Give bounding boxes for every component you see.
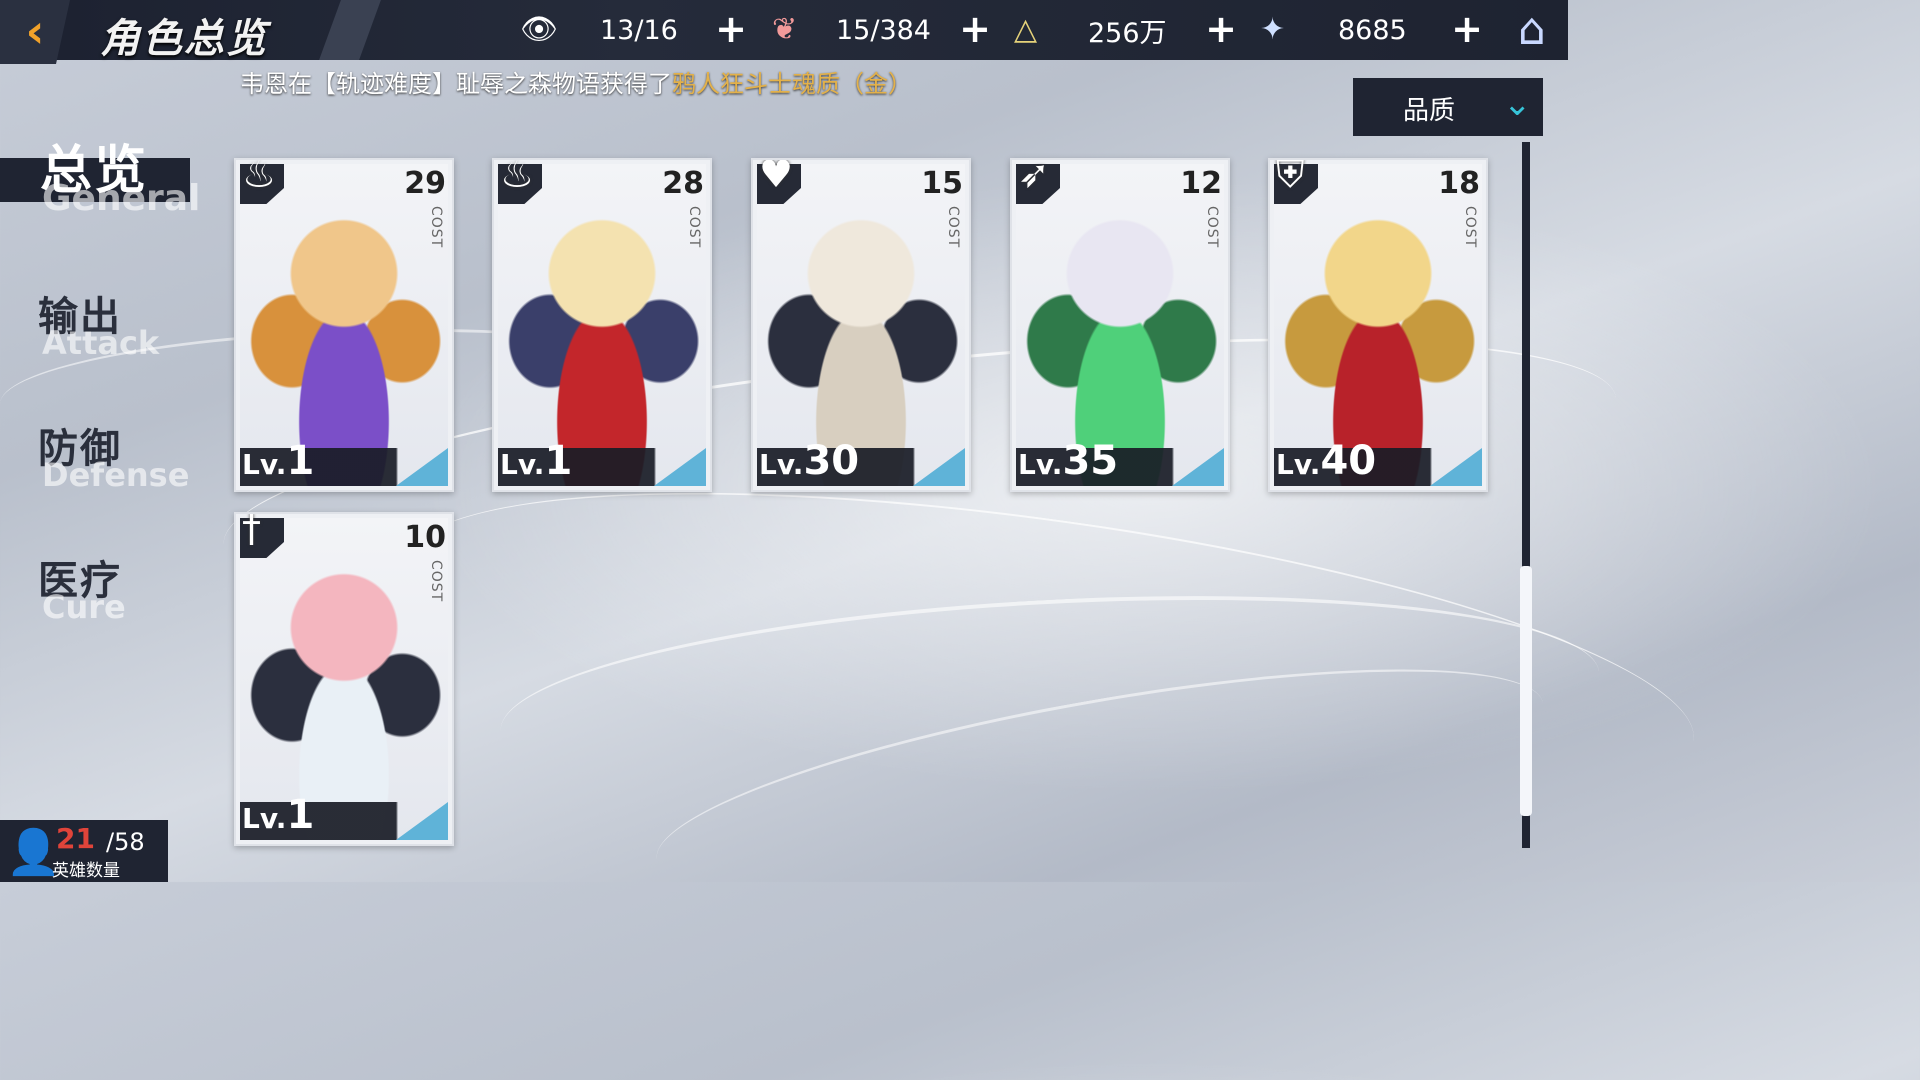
character-card[interactable]: ♨ 28 COST Lv.1 xyxy=(492,158,712,492)
card-level-value: 40 xyxy=(1320,438,1377,484)
card-cost: 28 xyxy=(662,166,704,201)
hero-count-label: 英雄数量 xyxy=(52,861,120,881)
card-level: Lv.30 xyxy=(759,438,859,484)
flame-heart-icon: ❦ xyxy=(772,12,798,47)
add-gold-button[interactable]: + xyxy=(1204,10,1238,48)
sword-class-icon: † xyxy=(242,512,261,550)
nav-attack[interactable]: 输出 Attack xyxy=(0,284,200,364)
page-title: 角色总览 xyxy=(100,16,268,62)
scrollbar-thumb[interactable] xyxy=(1520,566,1532,816)
add-stars-button[interactable]: + xyxy=(1450,10,1484,48)
card-cost-label: COST xyxy=(945,206,961,249)
character-card[interactable]: ⛨ 18 COST Lv.40 xyxy=(1268,158,1488,492)
sort-dropdown[interactable]: 品质 ⌄ xyxy=(1353,78,1543,136)
card-level: Lv.1 xyxy=(500,438,572,484)
eye-icon: 👁 xyxy=(520,12,559,47)
crystal-triangle-icon: △ xyxy=(1014,12,1038,47)
nav-cure[interactable]: 医疗 Cure xyxy=(0,548,200,628)
add-stamina-button[interactable]: + xyxy=(714,10,748,48)
resource-gold: △ xyxy=(1014,0,1037,60)
card-cost: 12 xyxy=(1180,166,1222,201)
character-card[interactable]: ♨ 29 COST Lv.1 xyxy=(234,158,454,492)
resource-stars: ✦ xyxy=(1260,0,1285,60)
card-cost-label: COST xyxy=(1204,206,1220,249)
nav-defense[interactable]: 防御 Defense xyxy=(0,416,200,496)
character-card[interactable]: ➶ 12 COST Lv.35 xyxy=(1010,158,1230,492)
card-level-prefix: Lv. xyxy=(1276,448,1321,481)
character-card[interactable]: † 10 COST Lv.1 xyxy=(234,512,454,846)
star-icon: ✦ xyxy=(1260,12,1286,47)
resource-hearts: ❦ xyxy=(772,0,797,60)
hero-count-current: 21 xyxy=(56,822,95,855)
card-cost: 18 xyxy=(1438,166,1480,201)
card-level-value: 30 xyxy=(803,438,860,484)
card-level-prefix: Lv. xyxy=(1018,448,1063,481)
character-card[interactable]: ♥ 15 COST Lv.30 xyxy=(751,158,971,492)
chevron-down-icon: ⌄ xyxy=(1503,84,1532,124)
card-level-prefix: Lv. xyxy=(242,448,287,481)
card-cost-label: COST xyxy=(428,206,444,249)
card-level: Lv.40 xyxy=(1276,438,1376,484)
add-hearts-button[interactable]: + xyxy=(958,10,992,48)
resource-stamina: 👁 xyxy=(520,0,558,60)
nav-attack-sublabel: Attack xyxy=(42,324,160,362)
resource-stamina-value: 13/16 xyxy=(600,14,678,46)
card-level-prefix: Lv. xyxy=(759,448,804,481)
nav-general-sublabel: General xyxy=(42,178,201,219)
nav-cure-sublabel: Cure xyxy=(42,588,126,626)
sort-label: 品质 xyxy=(1403,96,1456,126)
nav-defense-sublabel: Defense xyxy=(42,456,190,494)
resource-gold-value: 256万 xyxy=(1088,17,1167,49)
resource-hearts-value: 15/384 xyxy=(836,14,931,46)
news-ticker: 韦恩在【轨迹难度】耻辱之森物语获得了鸦人狂斗士魂质（金） xyxy=(240,64,912,99)
card-cost: 10 xyxy=(404,520,446,555)
card-level: Lv.35 xyxy=(1018,438,1118,484)
home-icon: ⌂ xyxy=(1518,4,1546,55)
bow-class-icon: ➶ xyxy=(1018,158,1050,196)
fire-class-icon: ♨ xyxy=(500,158,535,196)
card-level-prefix: Lv. xyxy=(242,802,287,835)
card-level-value: 1 xyxy=(286,438,315,484)
card-cost-label: COST xyxy=(686,206,702,249)
ticker-highlight: 鸦人狂斗士魂质（金） xyxy=(672,70,912,98)
card-cost-label: COST xyxy=(428,560,444,603)
card-level-value: 35 xyxy=(1062,438,1119,484)
card-level: Lv.1 xyxy=(242,438,314,484)
fire-class-icon: ♨ xyxy=(242,158,277,196)
back-arrow-icon: ‹ xyxy=(25,4,45,58)
card-level: Lv.1 xyxy=(242,792,314,838)
nav-general[interactable]: 总览 General xyxy=(0,128,201,219)
shield-class-icon: ⛨ xyxy=(1276,158,1305,196)
hero-count-max: /58 xyxy=(106,828,145,856)
hero-count-panel: 👤 21 /58 英雄数量 xyxy=(0,820,168,882)
card-level-value: 1 xyxy=(286,792,315,838)
card-cost: 15 xyxy=(921,166,963,201)
card-level-value: 1 xyxy=(544,438,573,484)
card-cost-label: COST xyxy=(1462,206,1478,249)
card-cost: 29 xyxy=(404,166,446,201)
home-button[interactable]: ⌂ xyxy=(1508,6,1556,54)
card-level-prefix: Lv. xyxy=(500,448,545,481)
resource-stars-value: 8685 xyxy=(1338,14,1407,46)
ticker-text: 韦恩在【轨迹难度】耻辱之森物语获得了 xyxy=(240,70,672,98)
heart-class-icon: ♥ xyxy=(759,158,794,196)
